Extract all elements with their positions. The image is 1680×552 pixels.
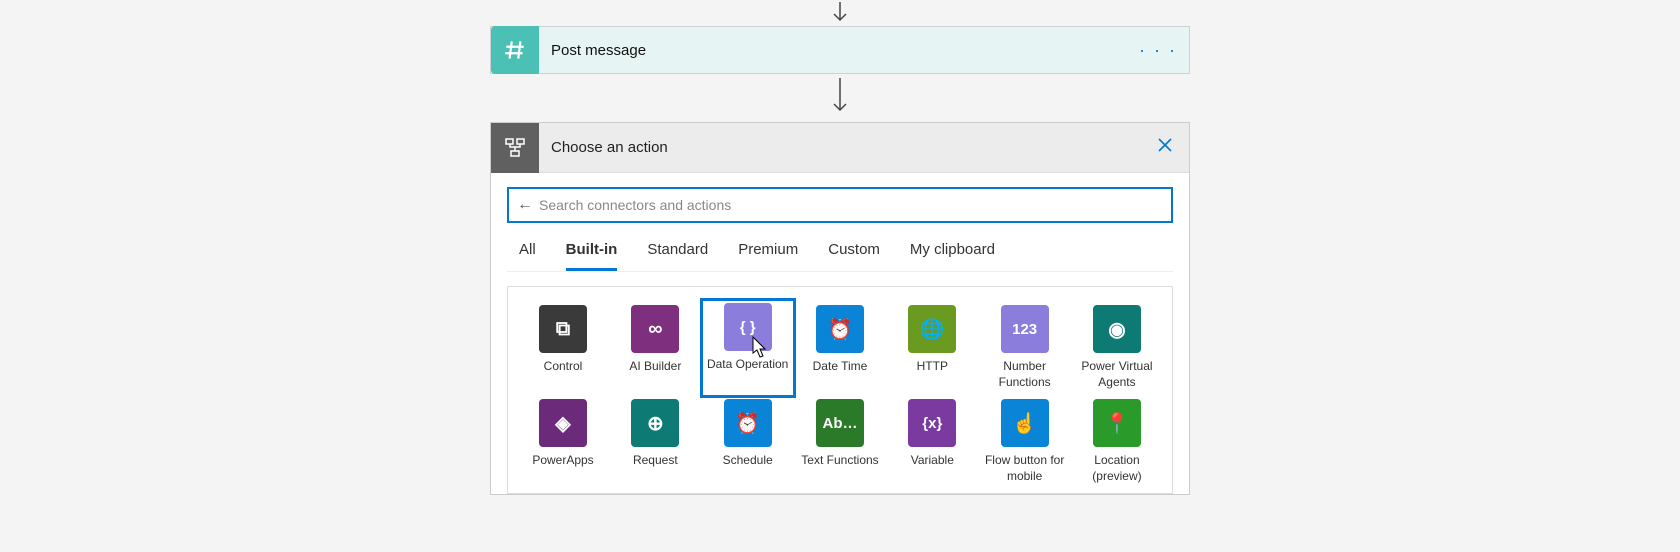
text-functions-icon: Ab… — [816, 399, 864, 447]
connector-powerapps[interactable]: ◈ PowerApps — [518, 395, 608, 489]
search-input[interactable] — [539, 197, 1163, 213]
step-title: Post message — [539, 42, 646, 59]
hash-icon — [491, 26, 539, 74]
control-icon: ⧉ — [539, 305, 587, 353]
http-icon: 🌐 — [908, 305, 956, 353]
step-post-message[interactable]: Post message · · · — [490, 26, 1190, 74]
connector-request[interactable]: ⊕ Request — [610, 395, 700, 489]
request-icon: ⊕ — [631, 399, 679, 447]
connector-number-functions[interactable]: 123 Number Functions — [980, 301, 1070, 395]
flow-arrow-mid — [830, 78, 850, 116]
connector-http[interactable]: 🌐 HTTP — [887, 301, 977, 395]
date-time-icon: ⏰ — [816, 305, 864, 353]
tab-my-clipboard[interactable]: My clipboard — [910, 241, 995, 271]
connector-data-operation[interactable]: { } Data Operation — [703, 301, 793, 395]
number-functions-icon: 123 — [1001, 305, 1049, 353]
connector-date-time[interactable]: ⏰ Date Time — [795, 301, 885, 395]
flow-arrow-top — [830, 0, 850, 26]
powerapps-icon: ◈ — [539, 399, 587, 447]
connector-variable[interactable]: {x} Variable — [887, 395, 977, 489]
tab-custom[interactable]: Custom — [828, 241, 880, 271]
tab-standard[interactable]: Standard — [647, 241, 708, 271]
connector-tabs: All Built-in Standard Premium Custom My … — [507, 223, 1173, 272]
connector-row-1: ⧉ Control ∞ AI Builder { } Data Operatio… — [518, 301, 1162, 395]
tab-built-in[interactable]: Built-in — [566, 241, 618, 271]
panel-body: ← All Built-in Standard Premium Custom M… — [491, 173, 1189, 494]
connector-flow-button-mobile[interactable]: ☝ Flow button for mobile — [980, 395, 1070, 489]
connector-text-functions[interactable]: Ab… Text Functions — [795, 395, 885, 489]
flow-canvas: Post message · · · Choose an action — [0, 0, 1680, 552]
power-virtual-agents-icon: ◉ — [1093, 305, 1141, 353]
connector-ai-builder[interactable]: ∞ AI Builder — [610, 301, 700, 395]
data-operation-icon: { } — [724, 303, 772, 351]
schedule-icon: ⏰ — [724, 399, 772, 447]
back-arrow-icon[interactable]: ← — [517, 196, 533, 214]
tab-premium[interactable]: Premium — [738, 241, 798, 271]
panel-title: Choose an action — [539, 139, 668, 156]
flow-button-mobile-icon: ☝ — [1001, 399, 1049, 447]
step-more-button[interactable]: · · · — [1139, 40, 1177, 61]
connector-control[interactable]: ⧉ Control — [518, 301, 608, 395]
search-box[interactable]: ← — [507, 187, 1173, 223]
connector-row-2: ◈ PowerApps ⊕ Request ⏰ Schedule Ab… Tex… — [518, 395, 1162, 489]
connector-schedule[interactable]: ⏰ Schedule — [703, 395, 793, 489]
connector-location[interactable]: 📍 Location (preview) — [1072, 395, 1162, 489]
variable-icon: {x} — [908, 399, 956, 447]
ai-builder-icon: ∞ — [631, 305, 679, 353]
close-icon[interactable] — [1157, 137, 1173, 158]
connector-power-virtual-agents[interactable]: ◉ Power Virtual Agents — [1072, 301, 1162, 395]
location-icon: 📍 — [1093, 399, 1141, 447]
connector-grid-wrap: ⧉ Control ∞ AI Builder { } Data Operatio… — [507, 286, 1173, 494]
choose-action-panel: Choose an action ← All Built-in Standard… — [490, 122, 1190, 495]
choose-action-icon — [491, 123, 539, 173]
panel-header: Choose an action — [491, 123, 1189, 173]
tab-all[interactable]: All — [519, 241, 536, 271]
